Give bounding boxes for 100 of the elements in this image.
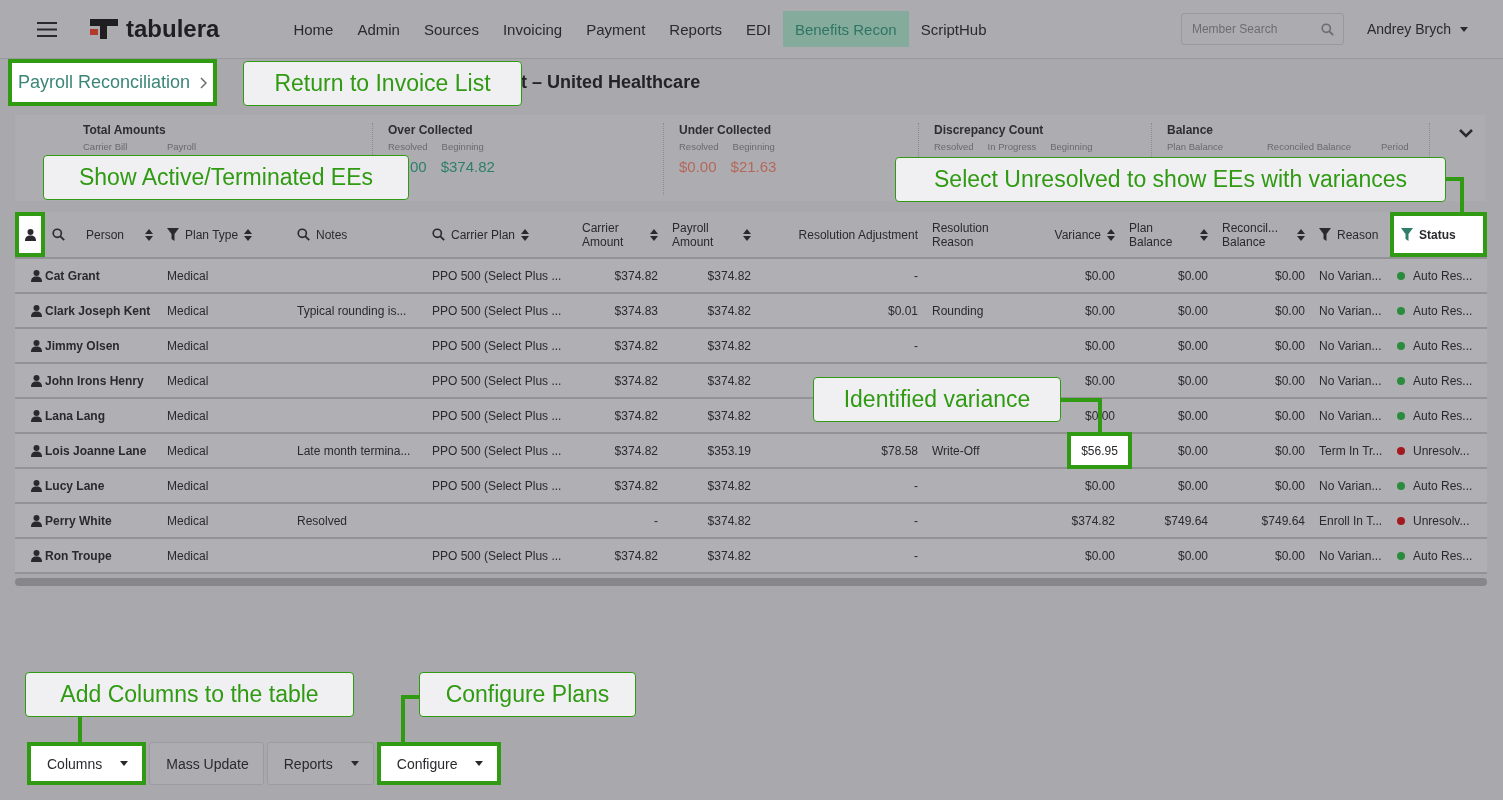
summary-label: Period (1381, 141, 1409, 152)
nav-item[interactable]: ScriptHub (908, 11, 999, 47)
summary-label: Resolved (679, 141, 719, 152)
column-header[interactable]: Plan Type (160, 212, 290, 257)
nav-item[interactable]: Reports (657, 11, 734, 47)
leader-line (1446, 177, 1464, 213)
column-header[interactable]: Notes (290, 212, 425, 257)
table-cell-text: $374.82 (613, 267, 659, 285)
search-field[interactable]: Member Search (1180, 13, 1344, 45)
user-menu[interactable]: Andrey Brych (1366, 21, 1468, 37)
table-cell-text: Medical (166, 337, 210, 355)
table-cell-text: $0.00 (1176, 372, 1209, 390)
column-header[interactable]: Carrier Amount (575, 212, 665, 257)
column-header[interactable]: Status (1390, 212, 1487, 257)
callout: Show Active/Terminated EEs (43, 155, 409, 200)
table-cell-text: PPO 500 (Select Plus ... (431, 547, 563, 565)
summary-value: $21.63 (730, 158, 777, 175)
person-name: Ron Troupe (45, 548, 112, 563)
column-header[interactable]: Reason (1312, 212, 1390, 257)
table-cell-text: $374.82 (706, 302, 752, 320)
caret-icon (1460, 26, 1468, 32)
sort-icon (521, 228, 530, 241)
status-text: Auto Res... (1413, 373, 1473, 388)
table-cell-text: No Varian... (1318, 267, 1383, 285)
table-cell-text: PPO 500 (Select Plus ... (431, 337, 563, 355)
table-cell-text: PPO 500 (Select Plus ... (431, 302, 563, 320)
table-cell-text: Medical (166, 547, 210, 565)
toolbar-button[interactable]: Reports (266, 742, 374, 785)
column-header[interactable]: Person (45, 212, 160, 257)
table-cell-text: $374.83 (613, 302, 659, 320)
table-cell-text: No Varian... (1318, 372, 1383, 390)
person-name: John Irons Henry (45, 373, 144, 388)
table-cell-text: PPO 500 (Select Plus ... (431, 407, 563, 425)
summary-title: Discrepancy Count (934, 123, 1045, 137)
summary-label: Plan Balance (1167, 141, 1224, 152)
summary-title: Over Collected (388, 123, 474, 137)
nav-item[interactable]: Home (281, 11, 346, 47)
person-icon (30, 304, 42, 317)
table-cell-text: Medical (166, 372, 210, 390)
column-header[interactable]: Resolution Adjustment (758, 212, 925, 257)
column-header[interactable]: Resolution Reason (925, 212, 1005, 257)
toolbar-button[interactable]: Configure (376, 742, 502, 785)
menu-icon (37, 21, 57, 37)
nav-item[interactable]: Admin (345, 11, 412, 47)
summary-label: In Progress (987, 141, 1037, 152)
table-cell-text: Medical (166, 477, 210, 495)
callout: Return to Invoice List (243, 61, 522, 106)
table-cell-text: $374.82 (613, 407, 659, 425)
person-icon (30, 549, 42, 562)
table-cell-text: Medical (166, 442, 210, 460)
column-header[interactable]: Payroll Amount (665, 212, 758, 257)
summary-label: Beginning (1050, 141, 1093, 152)
search-icon (52, 228, 65, 241)
table-cell: $0.00 (1084, 338, 1115, 353)
person-name: Cat Grant (45, 268, 100, 283)
table-cell-text: Term In Tr... (1318, 442, 1384, 460)
table-cell-text: $374.82 (706, 337, 752, 355)
nav-item[interactable]: Sources (411, 11, 491, 47)
person-toggle-button[interactable] (15, 212, 45, 257)
summary-label: Beginning (441, 141, 484, 152)
table-cell-text: PPO 500 (Select Plus ... (431, 477, 563, 495)
column-header[interactable]: Plan Balance (1122, 212, 1215, 257)
table-cell-text: PPO 500 (Select Plus ... (431, 442, 563, 460)
column-header[interactable]: Carrier Plan (425, 212, 575, 257)
sort-icon (650, 228, 658, 241)
toolbar-button[interactable]: Mass Update (149, 742, 264, 785)
sort-icon (244, 228, 253, 241)
filter-icon (167, 228, 179, 241)
person-name: Lana Lang (45, 408, 105, 423)
scrollbar[interactable] (15, 578, 1487, 586)
summary-value: $0.00 (679, 158, 717, 175)
status-text: Auto Res... (1413, 338, 1473, 353)
summary-title: Balance (1167, 123, 1215, 137)
table-cell-text: $78.58 (880, 442, 919, 460)
table-cell-text: PPO 500 (Select Plus ... (431, 372, 563, 390)
column-header[interactable]: Reconcil... Balance (1215, 212, 1312, 257)
column-header[interactable]: Variance (1005, 212, 1122, 257)
caret-icon (475, 761, 484, 766)
nav-item[interactable]: EDI (733, 11, 783, 47)
person-icon (30, 339, 42, 352)
table-cell-text: $0.00 (1273, 547, 1306, 565)
table-cell-text: $374.82 (613, 547, 659, 565)
table-cell-text: Rounding (931, 302, 985, 320)
nav-item[interactable]: Invoicing (490, 11, 575, 47)
table-cell-text: - (653, 512, 659, 530)
chevron-right-icon (200, 76, 208, 89)
toolbar-button[interactable]: Columns (27, 742, 147, 785)
person-icon (30, 444, 42, 457)
sort-icon (145, 228, 153, 241)
summary-title: Under Collected (679, 123, 772, 137)
nav-item[interactable]: Payment (574, 11, 658, 47)
table-cell: $56.95 (1067, 432, 1132, 469)
table-cell-text: $0.00 (1176, 337, 1209, 355)
table-cell-text: $0.00 (1273, 267, 1306, 285)
summary-value: $374.82 (440, 158, 495, 175)
table-cell-text: $374.82 (706, 547, 752, 565)
search-icon (1320, 23, 1334, 36)
breadcrumb-link[interactable]: Payroll Reconciliation (8, 59, 218, 106)
summary-value: 00 (410, 158, 427, 175)
sort-icon (1297, 228, 1305, 241)
